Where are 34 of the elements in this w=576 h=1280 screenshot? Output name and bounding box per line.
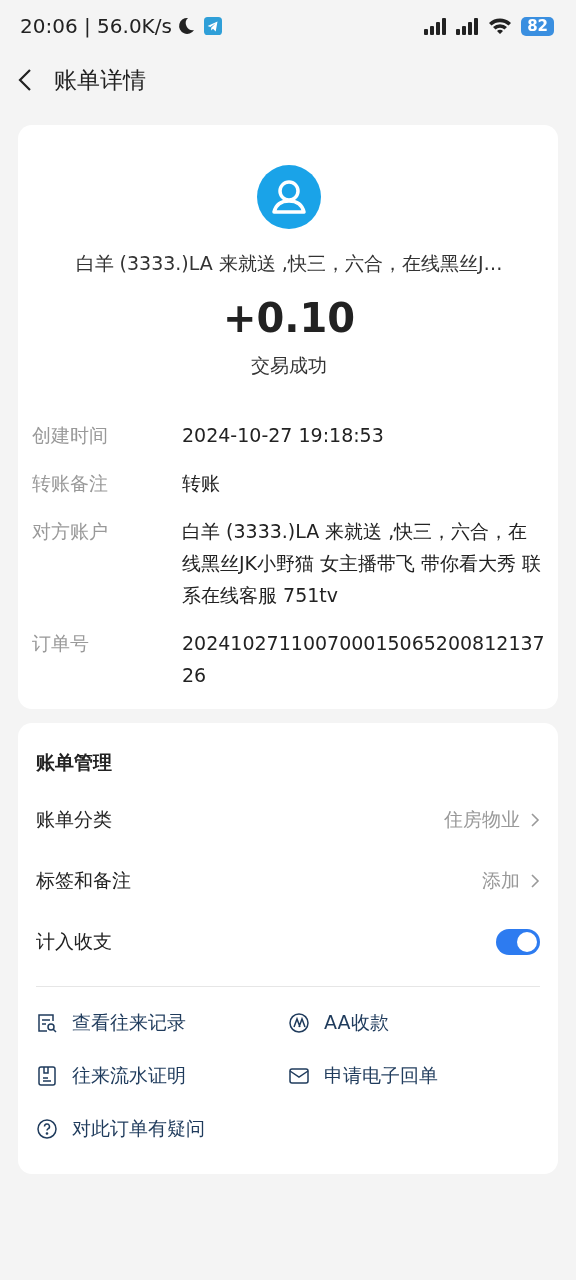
detail-label: 对方账户 xyxy=(32,519,109,544)
document-search-icon xyxy=(36,1011,58,1034)
avatar-icon xyxy=(257,165,321,229)
circle-letters-icon xyxy=(288,1011,310,1034)
detail-value: 20241027110070001506520081213726 xyxy=(182,631,546,688)
amount: +0.10 xyxy=(222,295,356,341)
setting-row[interactable]: 账单分类 住房物业 xyxy=(36,789,540,850)
question-icon xyxy=(36,1117,58,1140)
status-time: 20:06 | 56.0K/s xyxy=(20,14,172,38)
setting-label: 计入收支 xyxy=(36,928,113,954)
toggle-switch[interactable] xyxy=(496,928,540,955)
action-link[interactable]: 往来流水证明 xyxy=(36,1060,288,1091)
back-icon[interactable] xyxy=(18,68,32,92)
page-title: 账单详情 xyxy=(54,65,146,95)
detail-value: 2024-10-27 19:18:53 xyxy=(182,423,385,448)
action-link[interactable]: 对此订单有疑问 xyxy=(36,1113,288,1144)
action-link[interactable]: AA收款 xyxy=(288,1007,540,1038)
paper-plane-icon xyxy=(203,17,222,35)
wifi-icon xyxy=(487,16,514,36)
chevron-icon xyxy=(530,872,540,889)
action-link[interactable]: 申请电子回单 xyxy=(288,1060,540,1091)
action-link[interactable]: 查看往来记录 xyxy=(36,1007,288,1038)
payer-name: 白羊 (3333.)LA 来就送 ,快三，六合，在线黑丝J… xyxy=(75,251,503,276)
document-icon xyxy=(36,1064,58,1087)
detail-label: 订单号 xyxy=(32,631,90,656)
detail-label: 转账备注 xyxy=(32,471,109,496)
battery-level: 82 xyxy=(521,16,554,36)
detail-value: 转账 xyxy=(182,471,221,496)
detail-label: 创建时间 xyxy=(32,423,109,448)
chevron-icon xyxy=(530,811,540,828)
detail-value: 白羊 (3333.)LA 来就送 ,快三，六合，在线黑丝JK小野猫 女主播带飞 带你看大秀 联系在线客服 751tv xyxy=(182,519,543,608)
setting-row[interactable]: 标签和备注 添加 xyxy=(36,850,540,911)
section-title: 账单管理 xyxy=(36,750,113,775)
transaction-status: 交易成功 xyxy=(251,353,327,378)
